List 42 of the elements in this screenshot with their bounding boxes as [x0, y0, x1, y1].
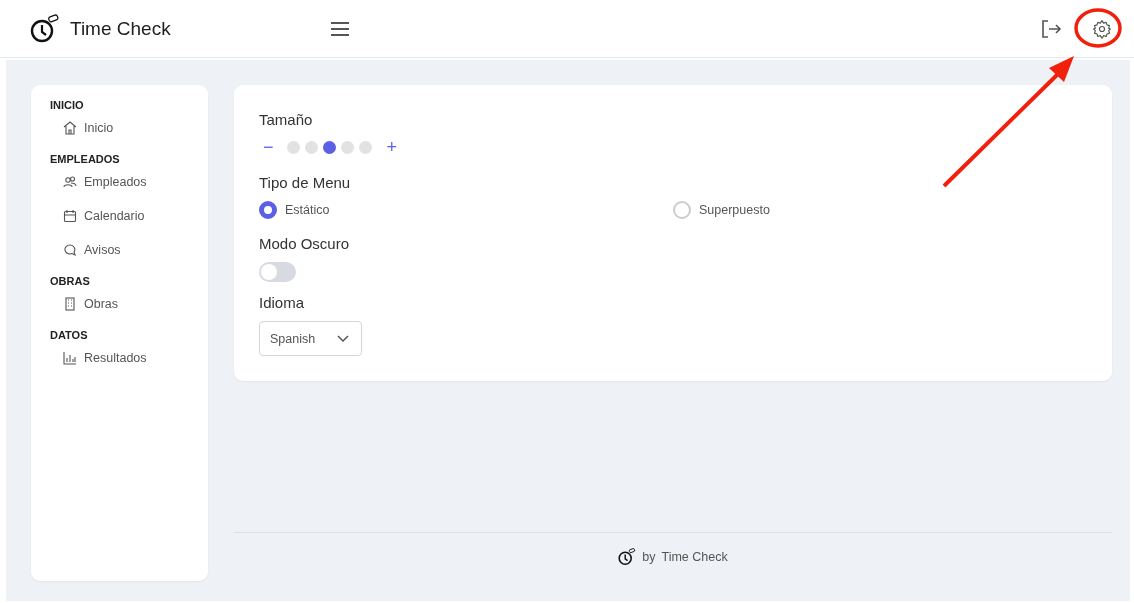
section-heading: INICIO [50, 98, 85, 113]
toggle-switch[interactable] [259, 262, 296, 282]
section-heading: EMPLEADOS [50, 152, 121, 167]
language-dropdown[interactable]: Spanish [259, 321, 363, 356]
chevron-down-icon [337, 334, 350, 343]
footer-brand: Time Check [661, 550, 728, 564]
radio-label: Superpuesto [699, 203, 770, 217]
sidebar-item[interactable]: Empleados [50, 165, 208, 198]
size-dot[interactable] [304, 140, 318, 154]
sidebar-item[interactable]: Inicio [50, 111, 208, 144]
highlight-circle [1074, 8, 1122, 48]
settings-icon[interactable] [1092, 18, 1112, 39]
sidebar-item[interactable]: Avisos [50, 233, 208, 266]
setting-label: Idioma [259, 294, 305, 311]
setting-label: Modo Oscuro [259, 235, 350, 252]
chat-icon [63, 242, 77, 257]
bar-chart-icon [63, 350, 77, 365]
stopwatch-logo-icon [30, 13, 60, 44]
radio-button[interactable] [259, 201, 277, 219]
decrease-button[interactable]: − [259, 138, 278, 156]
app-title: Time Check [70, 17, 171, 40]
sidebar-item[interactable]: Resultados [50, 341, 208, 374]
menu-icon[interactable] [330, 20, 350, 37]
calendar-icon [63, 208, 77, 223]
footer-text: by [642, 550, 656, 564]
size-dot[interactable] [322, 140, 336, 154]
house-icon [63, 120, 77, 135]
stopwatch-logo-icon [618, 548, 637, 566]
sidebar-item[interactable]: Calendario [50, 199, 208, 232]
setting-label: Tipo de Menu [259, 174, 351, 191]
building-icon [63, 296, 77, 311]
increase-button[interactable]: + [382, 138, 402, 156]
radio-label: Estático [285, 203, 330, 217]
setting-label: Tamaño [259, 111, 313, 128]
size-dot[interactable] [286, 140, 300, 154]
logout-icon[interactable] [1040, 18, 1062, 39]
section-heading: OBRAS [50, 274, 91, 289]
people-icon [63, 174, 77, 189]
size-dot[interactable] [340, 140, 354, 154]
section-heading: DATOS [50, 328, 89, 343]
size-dot[interactable] [358, 140, 372, 154]
sidebar-item[interactable]: Obras [50, 287, 208, 320]
